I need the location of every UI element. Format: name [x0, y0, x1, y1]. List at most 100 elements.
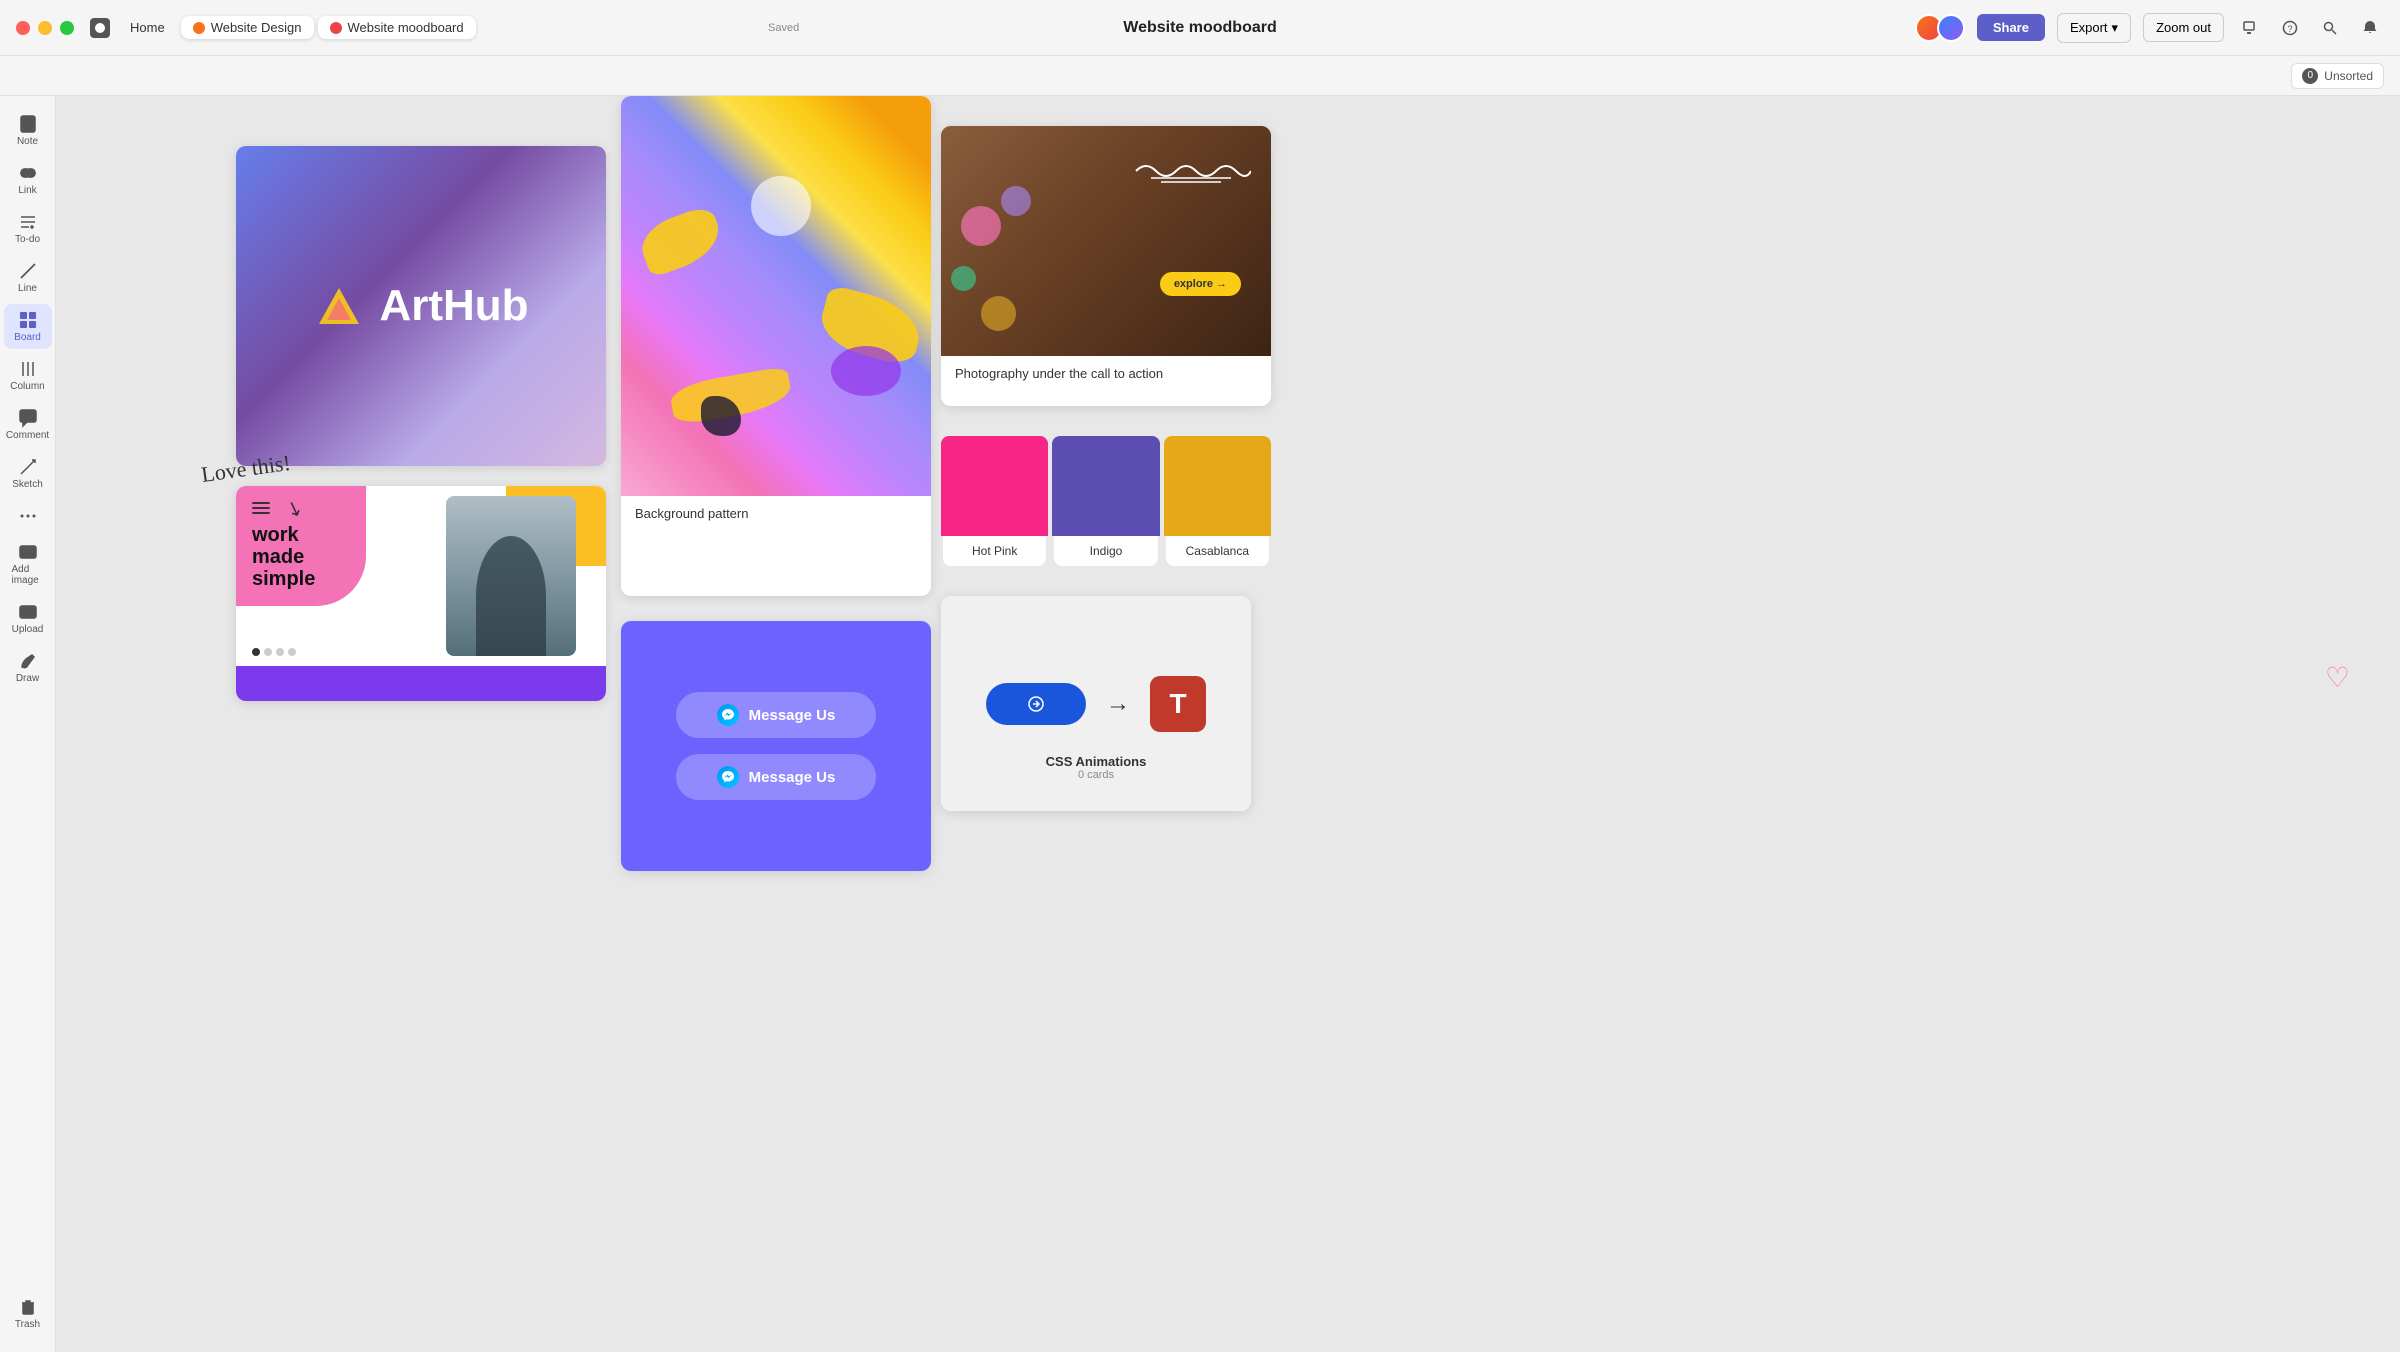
- share-button[interactable]: Share: [1977, 14, 2045, 41]
- minimize-button[interactable]: [38, 21, 52, 35]
- color-swatches: Hot Pink Indigo Casablanca: [941, 436, 1271, 566]
- sidebar-line-label: Line: [18, 283, 37, 294]
- splatter-4: [751, 176, 811, 236]
- bg-pattern-label: Background pattern: [621, 496, 931, 531]
- floral-1: [961, 206, 1001, 246]
- arthub-icon: [313, 280, 365, 332]
- work-inner: workmadesimple: [236, 486, 606, 701]
- work-dot-inactive: [276, 648, 284, 656]
- notification-icon[interactable]: [2356, 14, 2384, 42]
- messenger-button-2[interactable]: Message Us: [676, 754, 876, 800]
- photo-card[interactable]: explore → Photography under the call to …: [941, 126, 1271, 406]
- messenger-btn-label-1: Message Us: [749, 707, 836, 724]
- sidebar-item-todo[interactable]: To-do: [4, 206, 52, 251]
- bg-pattern-image: [621, 96, 931, 496]
- menu-line: [252, 502, 270, 504]
- work-content: workmadesimple: [252, 502, 315, 590]
- swatch-color-hot-pink: [941, 436, 1048, 536]
- messenger-card[interactable]: Message Us Message Us: [621, 621, 931, 871]
- chevron-down-icon: ▾: [2112, 20, 2119, 36]
- tab-website-design-dot: [193, 22, 205, 34]
- sidebar-item-note[interactable]: Note: [4, 108, 52, 153]
- device-icon[interactable]: [2236, 14, 2264, 42]
- window-controls: [16, 21, 74, 35]
- person-silhouette: [476, 536, 546, 656]
- css-blue-button: [986, 683, 1086, 725]
- splatter-1: [635, 204, 727, 278]
- help-icon[interactable]: ?: [2276, 14, 2304, 42]
- css-animations-card[interactable]: → T CSS Animations 0 cards: [941, 596, 1251, 811]
- css-arrow-icon: →: [1106, 690, 1130, 718]
- tab-home[interactable]: Home: [118, 16, 177, 39]
- sidebar-item-add-image[interactable]: Add image: [4, 536, 52, 592]
- canvas[interactable]: ArtHub workmadesimple: [56, 96, 2400, 1352]
- work-made-simple-card[interactable]: workmadesimple: [236, 486, 606, 701]
- photo-image: explore →: [941, 126, 1271, 356]
- sidebar-item-draw[interactable]: Draw: [4, 645, 52, 690]
- css-animations-title: CSS Animations: [1046, 754, 1147, 769]
- work-dot-inactive: [288, 648, 296, 656]
- swatch-color-casablanca: [1164, 436, 1271, 536]
- maximize-button[interactable]: [60, 21, 74, 35]
- work-title: workmadesimple: [252, 524, 315, 590]
- sidebar-item-link[interactable]: Link: [4, 157, 52, 202]
- photo-card-label: Photography under the call to action: [941, 356, 1271, 391]
- svg-text:?: ?: [2288, 24, 2293, 34]
- sidebar-trash-label: Trash: [15, 1319, 40, 1330]
- main-layout: Note Link To-do Line Board Column Commen…: [0, 96, 2400, 1352]
- tab-website-moodboard[interactable]: Website moodboard: [318, 16, 476, 39]
- floral-3: [951, 266, 976, 291]
- swatch-indigo[interactable]: Indigo: [1052, 436, 1159, 566]
- sidebar-item-sketch[interactable]: Sketch: [4, 451, 52, 496]
- arthub-card[interactable]: ArtHub: [236, 146, 606, 466]
- cta-button-overlay[interactable]: explore →: [1160, 272, 1241, 296]
- tab-moodboard-label: Website moodboard: [348, 20, 464, 35]
- css-t-icon: T: [1150, 676, 1206, 732]
- cta-text: explore →: [1174, 278, 1227, 290]
- css-label: CSS Animations 0 cards: [1046, 754, 1147, 781]
- messenger-icon-2: [717, 766, 739, 788]
- swatch-label-casablanca: Casablanca: [1166, 536, 1269, 566]
- tab-website-design-label: Website Design: [211, 20, 302, 35]
- sidebar-item-comment[interactable]: Comment: [4, 402, 52, 447]
- sidebar-item-more[interactable]: [4, 500, 52, 532]
- sidebar-item-board[interactable]: Board: [4, 304, 52, 349]
- background-pattern-card[interactable]: Background pattern: [621, 96, 931, 596]
- swatch-casablanca[interactable]: Casablanca: [1164, 436, 1271, 566]
- work-menu-icon: [252, 502, 315, 514]
- swatch-hot-pink[interactable]: Hot Pink: [941, 436, 1048, 566]
- menu-line: [252, 512, 270, 514]
- unsorted-count: 0: [2302, 68, 2318, 84]
- titlebar: Home Website Design Website moodboard Sa…: [0, 0, 2400, 56]
- sidebar-todo-label: To-do: [15, 234, 40, 245]
- swatch-label-indigo: Indigo: [1054, 536, 1157, 566]
- sidebar-item-line[interactable]: Line: [4, 255, 52, 300]
- arthub-text: ArtHub: [379, 281, 528, 331]
- app-icon: [90, 18, 110, 38]
- sidebar-upload-label: Upload: [12, 624, 44, 635]
- work-dots: [252, 648, 296, 656]
- work-dot-inactive: [264, 648, 272, 656]
- tab-website-design[interactable]: Website Design: [181, 16, 314, 39]
- floral-2: [1001, 186, 1031, 216]
- sidebar-column-label: Column: [10, 381, 44, 392]
- sidebar-add-image-label: Add image: [12, 564, 44, 586]
- sidebar-item-upload[interactable]: Upload: [4, 596, 52, 641]
- export-button[interactable]: Export ▾: [2057, 13, 2131, 43]
- sidebar-note-label: Note: [17, 136, 38, 147]
- unsorted-badge[interactable]: 0 Unsorted: [2291, 63, 2384, 89]
- tab-home-label: Home: [130, 20, 165, 35]
- messenger-icon-1: [717, 704, 739, 726]
- menu-line: [252, 507, 270, 509]
- splatter-6: [831, 346, 901, 396]
- css-card-inner: → T: [986, 676, 1206, 732]
- sidebar-item-trash[interactable]: Trash: [4, 1291, 52, 1336]
- tabs: Home Website Design Website moodboard: [118, 16, 476, 39]
- messenger-button-1[interactable]: Message Us: [676, 692, 876, 738]
- zoom-out-button[interactable]: Zoom out: [2143, 13, 2224, 42]
- sidebar-item-column[interactable]: Column: [4, 353, 52, 398]
- work-dot-active: [252, 648, 260, 656]
- search-icon[interactable]: [2316, 14, 2344, 42]
- close-button[interactable]: [16, 21, 30, 35]
- work-bg-purple: [236, 666, 606, 701]
